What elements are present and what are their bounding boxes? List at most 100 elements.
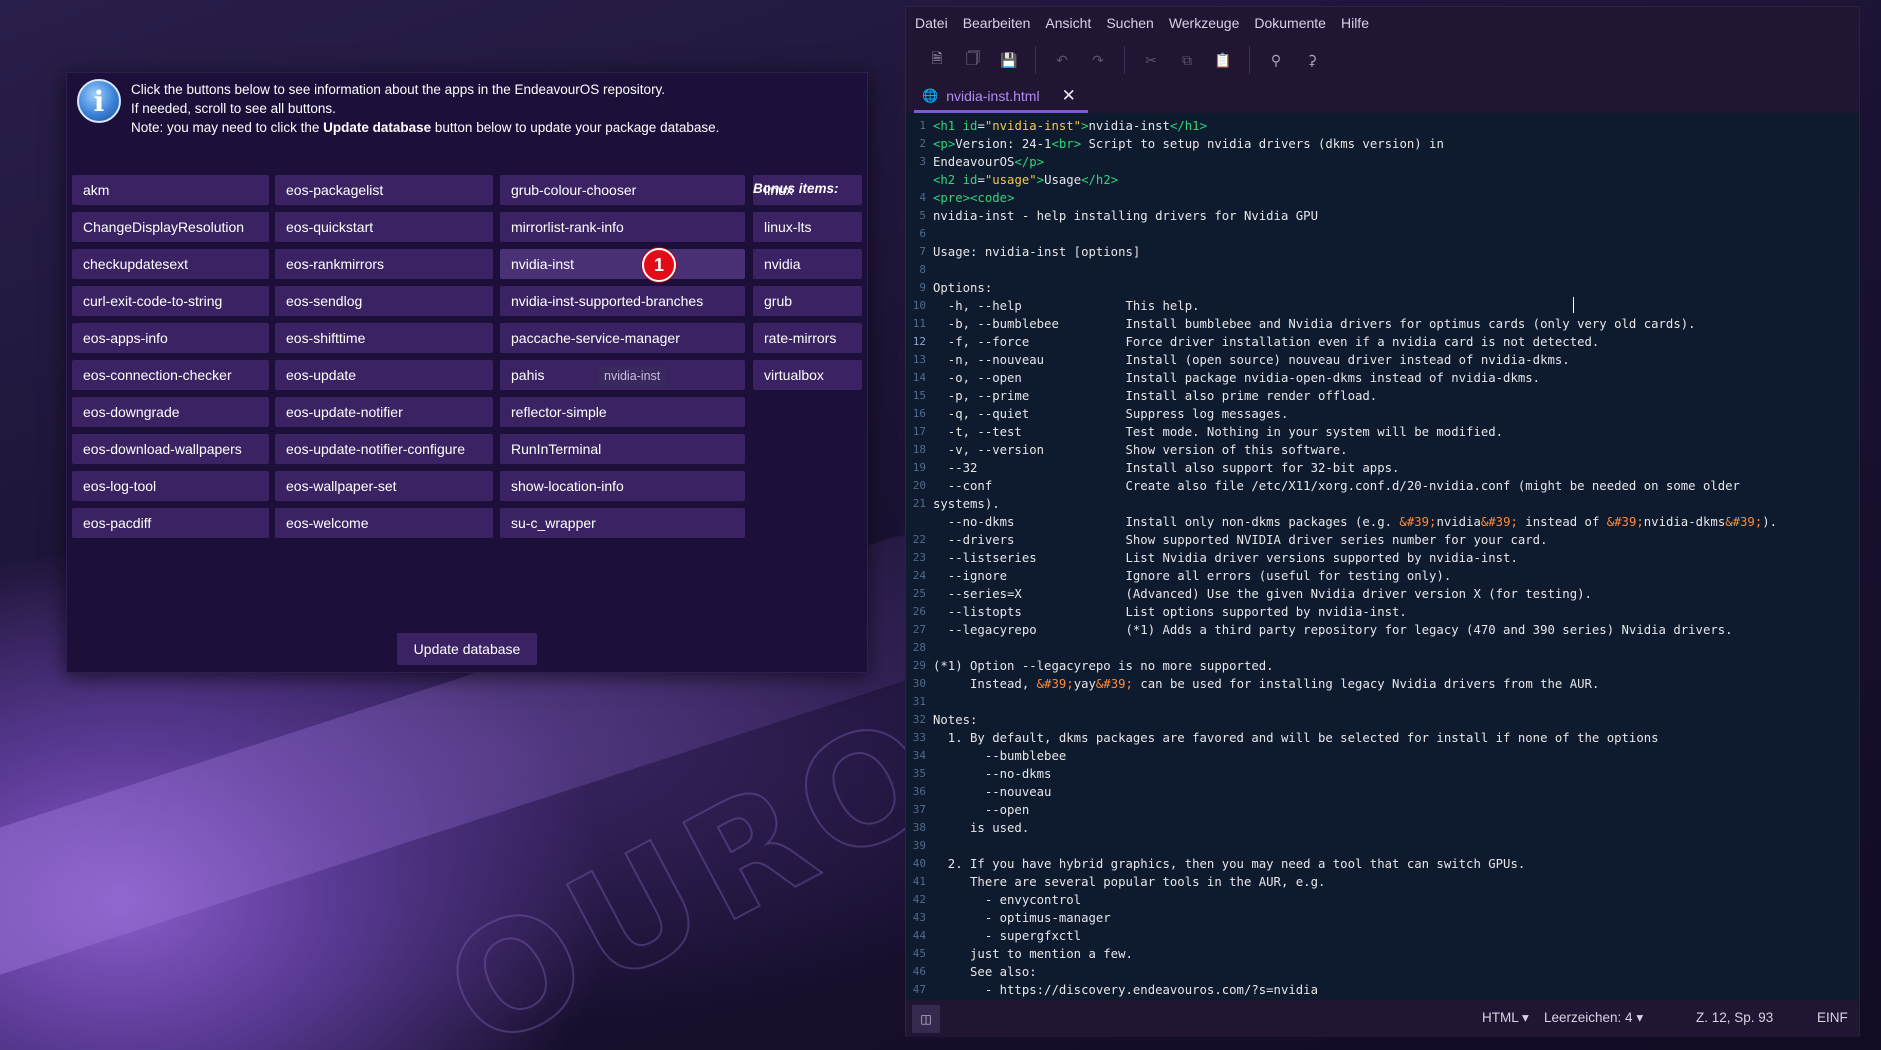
line-number: 7	[919, 245, 926, 258]
line-number: 44	[912, 929, 926, 942]
line-number	[906, 513, 926, 531]
app-button-grub[interactable]: grub	[753, 286, 862, 316]
app-button-eos-log-tool[interactable]: eos-log-tool	[72, 471, 269, 501]
app-button-eos-welcome[interactable]: eos-welcome	[275, 508, 493, 538]
close-tab-icon[interactable]: ✕	[1062, 86, 1076, 106]
search-replace-icon[interactable]: ⚳	[1294, 42, 1330, 78]
code-line: --ignore Ignore all errors (useful for t…	[933, 569, 1452, 583]
paste-icon[interactable]: 📋	[1205, 42, 1241, 78]
save-icon[interactable]: 💾	[991, 42, 1027, 78]
app-button-rate-mirrors[interactable]: rate-mirrors	[753, 323, 862, 353]
text-caret	[1573, 297, 1574, 313]
eos-apps-info-window: i Click the buttons below to see informa…	[66, 72, 868, 673]
code-line: (*1) Option --legacyrepo is no more supp…	[933, 659, 1274, 673]
app-button-eos-downgrade[interactable]: eos-downgrade	[72, 397, 269, 427]
toolbar-separator	[1249, 46, 1250, 74]
app-button-grub-colour-chooser[interactable]: grub-colour-chooser	[500, 175, 745, 205]
toolbar-separator	[1124, 46, 1125, 74]
info-text: Click the buttons below to see informati…	[131, 80, 719, 137]
line-number: 8	[919, 263, 926, 276]
app-button-eos-pacdiff[interactable]: eos-pacdiff	[72, 508, 269, 538]
line-number: 14	[912, 371, 926, 384]
menu-werkzeuge[interactable]: Werkzeuge	[1169, 15, 1240, 31]
app-button-eos-update-notifier-configure[interactable]: eos-update-notifier-configure	[275, 434, 493, 464]
code-line: - envycontrol	[933, 893, 1082, 907]
app-button-eos-download-wallpapers[interactable]: eos-download-wallpapers	[72, 434, 269, 464]
code-editor[interactable]: 1 2 3 4 5 6 7 8 9 10 11 12 13 14 15 16 17 18 19 20 21 22 23 24 2…	[906, 113, 1859, 1000]
app-button-eos-update[interactable]: eos-update	[275, 360, 493, 390]
new-document-icon[interactable]: 🗎	[919, 42, 955, 78]
code-line: --nouveau	[933, 785, 1052, 799]
app-button-eos-sendlog[interactable]: eos-sendlog	[275, 286, 493, 316]
copy-icon[interactable]: ⧉	[1169, 42, 1205, 78]
menu-bearbeiten[interactable]: Bearbeiten	[963, 15, 1031, 31]
info-icon: i	[77, 79, 121, 123]
app-button-nvidia-inst[interactable]: nvidia-inst	[500, 249, 745, 279]
line-number: 37	[912, 803, 926, 816]
menu-hilfe[interactable]: Hilfe	[1341, 15, 1369, 31]
code-line: 1. By default, dkms packages are favored…	[933, 731, 1659, 745]
menu-ansicht[interactable]: Ansicht	[1045, 15, 1091, 31]
line-number: 16	[912, 407, 926, 420]
line-number: 47	[912, 983, 926, 996]
app-button-eos-quickstart[interactable]: eos-quickstart	[275, 212, 493, 242]
line-number: 32	[912, 713, 926, 726]
text-editor-window: Datei Bearbeiten Ansicht Suchen Werkzeuge Dok…	[905, 6, 1860, 1037]
line-number: 31	[912, 695, 926, 708]
cut-icon[interactable]: ✂	[1133, 42, 1169, 78]
app-button-nvidia-inst-supported-branches[interactable]: nvidia-inst-supported-branches	[500, 286, 745, 316]
code-text[interactable]: <h1 id="nvidia-inst">nvidia-inst</h1> <p>…	[933, 117, 1853, 999]
app-button-runinterminal[interactable]: RunInTerminal	[500, 434, 745, 464]
app-button-eos-rankmirrors[interactable]: eos-rankmirrors	[275, 249, 493, 279]
tab-label: nvidia-inst.html	[946, 87, 1040, 104]
app-button-checkupdatesext[interactable]: checkupdatesext	[72, 249, 269, 279]
search-icon[interactable]: ⚲	[1258, 42, 1294, 78]
app-button-eos-packagelist[interactable]: eos-packagelist	[275, 175, 493, 205]
toolbar: 🗎 🗍 💾 ↶ ↷ ✂ ⧉ 📋 ⚲ ⚳	[906, 39, 1859, 81]
app-button-show-location-info[interactable]: show-location-info	[500, 471, 745, 501]
line-number: 34	[912, 749, 926, 762]
line-number: 2	[919, 137, 926, 150]
line-number: 35	[912, 767, 926, 780]
code-line: just to mention a few.	[933, 947, 1133, 961]
open-document-icon[interactable]: 🗍	[955, 42, 991, 78]
code-line: Instead, &#39;yay&#39; can be used for i…	[933, 677, 1600, 691]
code-line: --series=X (Advanced) Use the given Nvid…	[933, 587, 1592, 601]
app-button-su-c-wrapper[interactable]: su-c_wrapper	[500, 508, 745, 538]
update-database-button[interactable]: Update database	[397, 633, 537, 665]
menu-bar: Datei Bearbeiten Ansicht Suchen Werkzeuge Dok…	[906, 7, 1859, 39]
app-button-linux-lts[interactable]: linux-lts	[753, 212, 862, 242]
app-button-eos-shifttime[interactable]: eos-shifttime	[275, 323, 493, 353]
app-button-eos-update-notifier[interactable]: eos-update-notifier	[275, 397, 493, 427]
code-line: --bumblebee	[933, 749, 1067, 763]
language-selector[interactable]: HTML ▾	[1482, 1010, 1529, 1026]
app-button-reflector-simple[interactable]: reflector-simple	[500, 397, 745, 427]
app-button-eos-wallpaper-set[interactable]: eos-wallpaper-set	[275, 471, 493, 501]
app-button-eos-apps-info[interactable]: eos-apps-info	[72, 323, 269, 353]
app-button-nvidia[interactable]: nvidia	[753, 249, 862, 279]
line-number: 36	[912, 785, 926, 798]
redo-icon[interactable]: ↷	[1080, 42, 1116, 78]
menu-suchen[interactable]: Suchen	[1106, 15, 1153, 31]
line-number: 10	[912, 299, 926, 312]
code-line: - supergfxctl	[933, 929, 1082, 943]
menu-datei[interactable]: Datei	[915, 15, 948, 31]
line-number-gutter: 1 2 3 4 5 6 7 8 9 10 11 12 13 14 15 16 17 18 19 20 21 22 23 24 2…	[906, 117, 926, 1000]
menu-dokumente[interactable]: Dokumente	[1254, 15, 1326, 31]
indent-selector[interactable]: Leerzeichen: 4 ▾	[1544, 1010, 1643, 1026]
sidebar-toggle-icon[interactable]: ◫	[912, 1005, 940, 1033]
app-button-curl-exit-code-to-string[interactable]: curl-exit-code-to-string	[72, 286, 269, 316]
app-button-changedisplayresolution[interactable]: ChangeDisplayResolution	[72, 212, 269, 242]
code-line: systems).	[933, 497, 1000, 511]
tab-nvidia-inst-html[interactable]: 🌐 nvidia-inst.html ✕	[914, 81, 1088, 113]
app-button-paccache-service-manager[interactable]: paccache-service-manager	[500, 323, 745, 353]
app-button-mirrorlist-rank-info[interactable]: mirrorlist-rank-info	[500, 212, 745, 242]
app-button-akm[interactable]: akm	[72, 175, 269, 205]
undo-icon[interactable]: ↶	[1044, 42, 1080, 78]
line-number: 26	[912, 605, 926, 618]
code-line: --no-dkms	[933, 767, 1052, 781]
globe-icon: 🌐	[922, 87, 939, 103]
app-button-virtualbox[interactable]: virtualbox	[753, 360, 862, 390]
app-button-eos-connection-checker[interactable]: eos-connection-checker	[72, 360, 269, 390]
